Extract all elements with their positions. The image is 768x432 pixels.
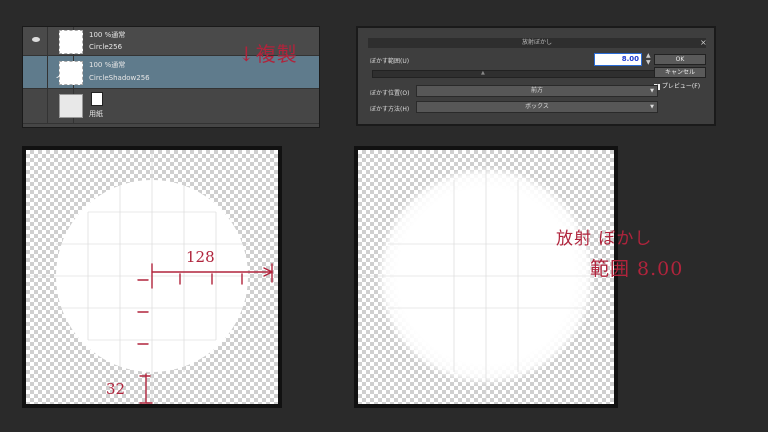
radius-annotation: 128 — [186, 248, 215, 266]
layer-name: CircleShadow256 — [89, 74, 150, 82]
radial-blur-dialog: 放射ぼかし × ぼかす範囲(U) 8.00 ▲▼ ▲ OK キャンセル ✓ プレ… — [356, 26, 716, 126]
layer-blend-mode: 100 %通常 — [89, 61, 126, 69]
paper-icon — [91, 92, 103, 106]
preview-label: プレビュー(F) — [661, 83, 701, 90]
blur-method-value: ボックス — [525, 103, 549, 110]
close-icon[interactable]: × — [700, 38, 707, 48]
layer-thumbnail — [59, 30, 83, 54]
blur-method-label: ぼかす方法(H) — [370, 106, 410, 113]
blur-method-select[interactable]: ボックス ▼ — [416, 101, 658, 113]
eye-icon — [32, 37, 40, 42]
duplicate-annotation: ↓複製 — [238, 42, 298, 66]
blur-annotation-line2: 範囲 8.00 — [590, 258, 684, 280]
layer-thumbnail — [59, 61, 83, 85]
layer-blend-mode: 100 %通常 — [89, 31, 126, 39]
preview-checkbox[interactable]: ✓ プレビュー(F) — [654, 81, 700, 90]
blur-range-label: ぼかす範囲(U) — [370, 58, 410, 65]
visibility-toggle[interactable] — [27, 27, 48, 55]
blur-annotation-line1: 放射 ぼかし — [556, 229, 653, 249]
layer-name: 用紙 — [89, 110, 103, 118]
canvas-right-drawing — [358, 150, 614, 404]
visibility-toggle[interactable] — [27, 56, 48, 88]
blur-position-label: ぼかす位置(O) — [370, 90, 410, 97]
layer-row-paper[interactable]: 用紙 — [23, 89, 319, 124]
chevron-down-icon: ▼ — [650, 88, 654, 94]
canvas-left-drawing — [26, 150, 278, 404]
slider-handle[interactable]: ▲ — [481, 70, 485, 76]
cancel-button[interactable]: キャンセル — [654, 67, 706, 78]
step-annotation: 32 — [106, 380, 126, 398]
layer-thumbnail — [59, 94, 83, 118]
canvas-right[interactable] — [358, 150, 614, 404]
layer-name: Circle256 — [89, 43, 123, 51]
blur-range-input[interactable]: 8.00 — [594, 53, 642, 66]
ok-button[interactable]: OK — [654, 54, 706, 65]
blur-position-select[interactable]: 前方 ▼ — [416, 85, 658, 97]
canvas-left[interactable] — [26, 150, 278, 404]
blur-range-slider[interactable]: ▲ — [372, 70, 656, 78]
dialog-title: 放射ぼかし — [368, 38, 706, 48]
blur-position-value: 前方 — [530, 87, 543, 94]
chevron-down-icon: ▼ — [650, 104, 654, 110]
visibility-toggle[interactable] — [27, 89, 48, 123]
spinner-icon[interactable]: ▲ ▼ — [646, 52, 651, 66]
